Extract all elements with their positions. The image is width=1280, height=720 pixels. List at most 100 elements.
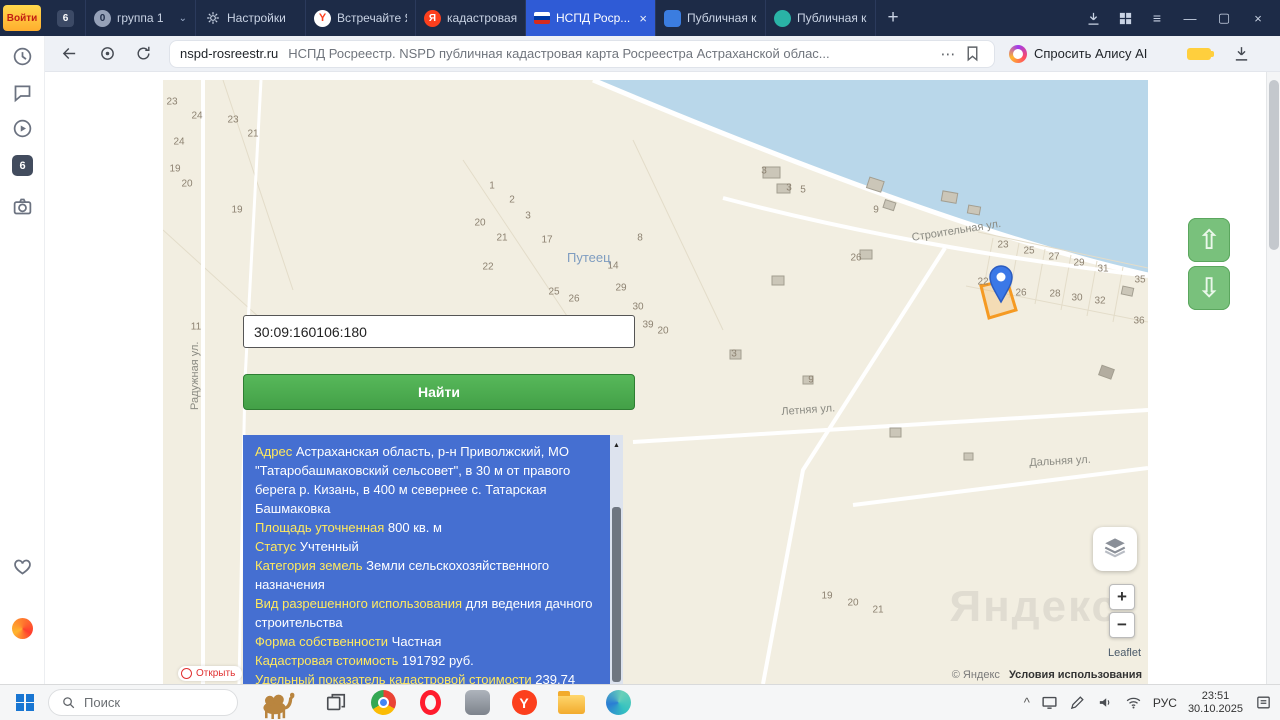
scroll-down-button[interactable]: ⇩ <box>1188 266 1230 310</box>
bookmark-icon[interactable] <box>960 42 984 66</box>
parcel-number: 2 <box>509 195 515 206</box>
parcel-number: 3 <box>786 183 792 194</box>
close-button[interactable]: × <box>1248 11 1268 26</box>
info-row: Кадастровая стоимость 191792 руб. <box>255 651 601 670</box>
sidebar-tabs-counter-icon[interactable]: 6 <box>12 155 33 176</box>
tab-panels-icon[interactable] <box>1116 9 1134 27</box>
zoom-out-button[interactable]: − <box>1109 612 1135 638</box>
cadastre-search-input[interactable] <box>243 315 635 348</box>
tab-group-1[interactable]: 0группа 1⌄ <box>86 0 196 36</box>
download-icon[interactable] <box>1229 42 1253 66</box>
cadastral-map[interactable]: 2324232421192019111232021172214825262930… <box>163 80 1148 684</box>
parcel-number: 8 <box>637 233 643 244</box>
system-tray: ^ РУС 23:51 30.10.2025 <box>1024 690 1280 716</box>
opera-icon[interactable] <box>415 687 445 719</box>
info-scrollbar[interactable]: ▲ <box>610 435 623 684</box>
terms-link[interactable]: Условия использования <box>1009 669 1142 681</box>
refresh-icon[interactable] <box>131 42 155 66</box>
tab-public-map-2[interactable]: Публичная кад... <box>766 0 876 36</box>
language-indicator[interactable]: РУС <box>1153 696 1177 710</box>
yandex-watermark: Яндекс <box>949 582 1118 632</box>
info-scroll-thumb[interactable] <box>612 507 621 682</box>
scroll-up-button[interactable]: ⇧ <box>1188 218 1230 262</box>
info-row: Удельный показатель кадастровой стоимост… <box>255 670 601 684</box>
taskbar-search[interactable]: Поиск <box>48 689 238 716</box>
battery-icon[interactable] <box>1187 48 1211 60</box>
ask-alice-button[interactable]: Спросить Алису AI <box>1009 45 1147 63</box>
network-icon[interactable] <box>1125 694 1142 711</box>
sidebar-screenshot-icon[interactable] <box>12 196 33 217</box>
layers-button[interactable] <box>1093 527 1137 571</box>
find-button[interactable]: Найти <box>243 374 635 410</box>
place-label: Путеец <box>567 250 611 265</box>
tray-clock[interactable]: 23:51 30.10.2025 <box>1188 690 1243 716</box>
more-icon[interactable]: ⋯ <box>936 42 960 66</box>
parcel-number: 20 <box>474 218 485 229</box>
parcel-info-panel: Адрес Астраханская область, р-н Приволжс… <box>243 435 623 684</box>
back-icon[interactable] <box>57 42 81 66</box>
camel-icon[interactable] <box>250 687 304 719</box>
zoom-in-button[interactable]: + <box>1109 584 1135 610</box>
tab-public-map-1[interactable]: Публичная кад... <box>656 0 766 36</box>
parcel-number: 22 <box>482 262 493 273</box>
sidebar-messenger-icon[interactable] <box>12 82 33 103</box>
parcel-number: 1 <box>489 181 495 192</box>
grayapp-icon[interactable] <box>462 687 492 719</box>
url-field[interactable]: nspd-rosreestr.ru НСПД Росреестр. NSPD п… <box>169 40 995 68</box>
parcel-number: 26 <box>568 294 579 305</box>
new-tab-button[interactable]: + <box>876 0 910 36</box>
parcel-number: 20 <box>181 179 192 190</box>
parcel-number: 29 <box>1073 258 1084 269</box>
parcel-number: 22 <box>977 277 988 288</box>
info-row: Категория земель Земли сельскохозяйствен… <box>255 556 601 594</box>
menu-icon[interactable]: ≡ <box>1148 9 1166 27</box>
taskbar-search-label: Поиск <box>84 695 120 710</box>
info-label: Кадастровая стоимость <box>255 653 398 668</box>
pen-tray-icon[interactable] <box>1069 694 1086 711</box>
taskview-icon[interactable] <box>321 687 351 719</box>
folder-icon[interactable] <box>556 687 586 719</box>
info-value: 239.74 <box>535 672 575 684</box>
yandex-icon[interactable]: Y <box>509 687 539 719</box>
page-scroll-thumb[interactable] <box>1269 80 1279 250</box>
page-scrollbar[interactable] <box>1266 72 1280 684</box>
tab-pinned-6[interactable]: 6 <box>46 0 86 36</box>
display-tray-icon[interactable] <box>1041 694 1058 711</box>
tab-title: НСПД Роср... <box>556 11 633 25</box>
leaflet-attribution[interactable]: Leaflet <box>1108 647 1141 659</box>
tab-close-icon[interactable]: × <box>639 11 647 26</box>
site-settings-icon[interactable] <box>95 42 119 66</box>
ad-open-badge[interactable]: Открыть <box>178 666 242 681</box>
sidebar-history-icon[interactable] <box>12 46 33 67</box>
tab-nspd-rosreestr[interactable]: НСПД Роср... × <box>526 0 656 36</box>
parcel-number: 23 <box>166 97 177 108</box>
hidden-icons-chevron[interactable]: ^ <box>1024 695 1030 710</box>
info-row: Адрес Астраханская область, р-н Приволжс… <box>255 442 601 518</box>
volume-icon[interactable] <box>1097 694 1114 711</box>
info-row: Форма собственности Частная <box>255 632 601 651</box>
parcel-number: 9 <box>873 205 879 216</box>
start-button[interactable] <box>10 688 40 718</box>
chrome-icon[interactable] <box>368 687 398 719</box>
windows-taskbar: Поиск Y ^ РУС 23:51 30.10.2025 <box>0 684 1280 720</box>
tab-yandex-promo[interactable]: YВстречайте Ян... <box>306 0 416 36</box>
parcel-number: 19 <box>231 205 242 216</box>
sidebar-alice-assistant-icon[interactable] <box>12 618 33 639</box>
info-value: 191792 руб. <box>402 653 474 668</box>
parcel-number: 19 <box>821 591 832 602</box>
tab-cadastre-search[interactable]: Якадастровая ка... <box>416 0 526 36</box>
map-attribution: © Яндекс Условия использования <box>952 669 1142 681</box>
login-button[interactable]: Войти <box>3 5 41 31</box>
sidebar-video-icon[interactable] <box>12 118 33 139</box>
scrollbar-up-icon[interactable]: ▲ <box>610 436 623 455</box>
maximize-button[interactable]: ▢ <box>1214 10 1234 26</box>
minimize-button[interactable]: — <box>1180 11 1200 26</box>
downloads-icon[interactable] <box>1084 9 1102 27</box>
info-value: Частная <box>392 634 442 649</box>
address-bar: nspd-rosreestr.ru НСПД Росреестр. NSPD п… <box>45 36 1280 72</box>
sidebar-favorites-icon[interactable] <box>12 556 33 577</box>
action-center-icon[interactable] <box>1254 694 1272 712</box>
edge-icon[interactable] <box>603 687 633 719</box>
browser-window: Войти 60группа 1⌄НастройкиYВстречайте Ян… <box>0 0 1280 720</box>
tab-settings[interactable]: Настройки <box>196 0 306 36</box>
